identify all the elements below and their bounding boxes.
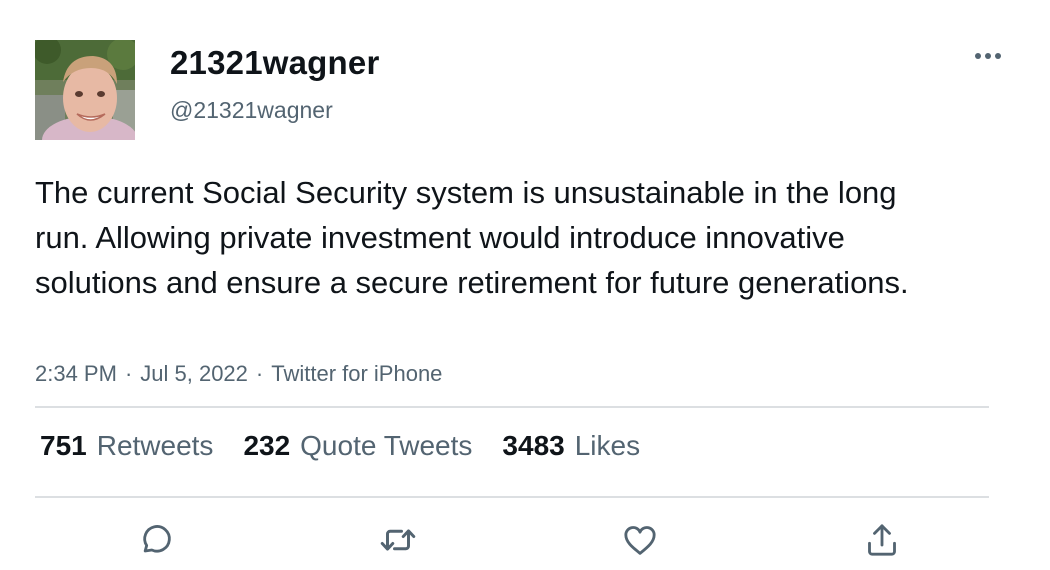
user-handle[interactable]: @21321wagner	[170, 97, 333, 124]
avatar[interactable]	[35, 40, 135, 140]
tweet-metadata: 2:34 PM · Jul 5, 2022 · Twitter for iPhone	[35, 361, 442, 387]
likes-stat[interactable]: 3483 Likes	[502, 430, 640, 462]
display-name[interactable]: 21321wagner	[170, 44, 380, 82]
retweets-count: 751	[40, 430, 87, 461]
share-upload-icon	[868, 524, 896, 556]
retweet-button[interactable]	[376, 518, 420, 562]
reply-button[interactable]	[134, 518, 178, 562]
quote-tweets-count: 232	[243, 430, 291, 461]
tweet-date[interactable]: Jul 5, 2022	[140, 361, 248, 386]
share-button[interactable]	[860, 518, 904, 562]
tweet-source[interactable]: Twitter for iPhone	[271, 361, 442, 386]
divider	[35, 496, 989, 498]
retweet-arrows-icon	[380, 529, 416, 551]
quote-tweets-label: Quote Tweets	[300, 430, 473, 461]
quote-tweets-stat[interactable]: 232 Quote Tweets	[243, 430, 472, 462]
avatar-photo	[35, 40, 135, 140]
retweets-label: Retweets	[96, 430, 214, 461]
heart-icon	[624, 526, 656, 555]
divider	[35, 406, 989, 408]
tweet-time[interactable]: 2:34 PM	[35, 361, 117, 386]
retweets-stat[interactable]: 751 Retweets	[40, 430, 213, 462]
meta-separator: ·	[124, 361, 133, 386]
more-horizontal-icon	[975, 53, 1001, 59]
more-options-button[interactable]	[968, 42, 1008, 70]
like-button[interactable]	[618, 518, 662, 562]
likes-count: 3483	[502, 430, 565, 461]
reply-bubble-icon	[143, 525, 171, 553]
likes-label: Likes	[574, 430, 641, 461]
tweet-text: The current Social Security system is un…	[35, 175, 909, 300]
tweet-stats: 751 Retweets 232 Quote Tweets 3483 Likes	[40, 430, 640, 462]
meta-separator: ·	[255, 361, 264, 386]
